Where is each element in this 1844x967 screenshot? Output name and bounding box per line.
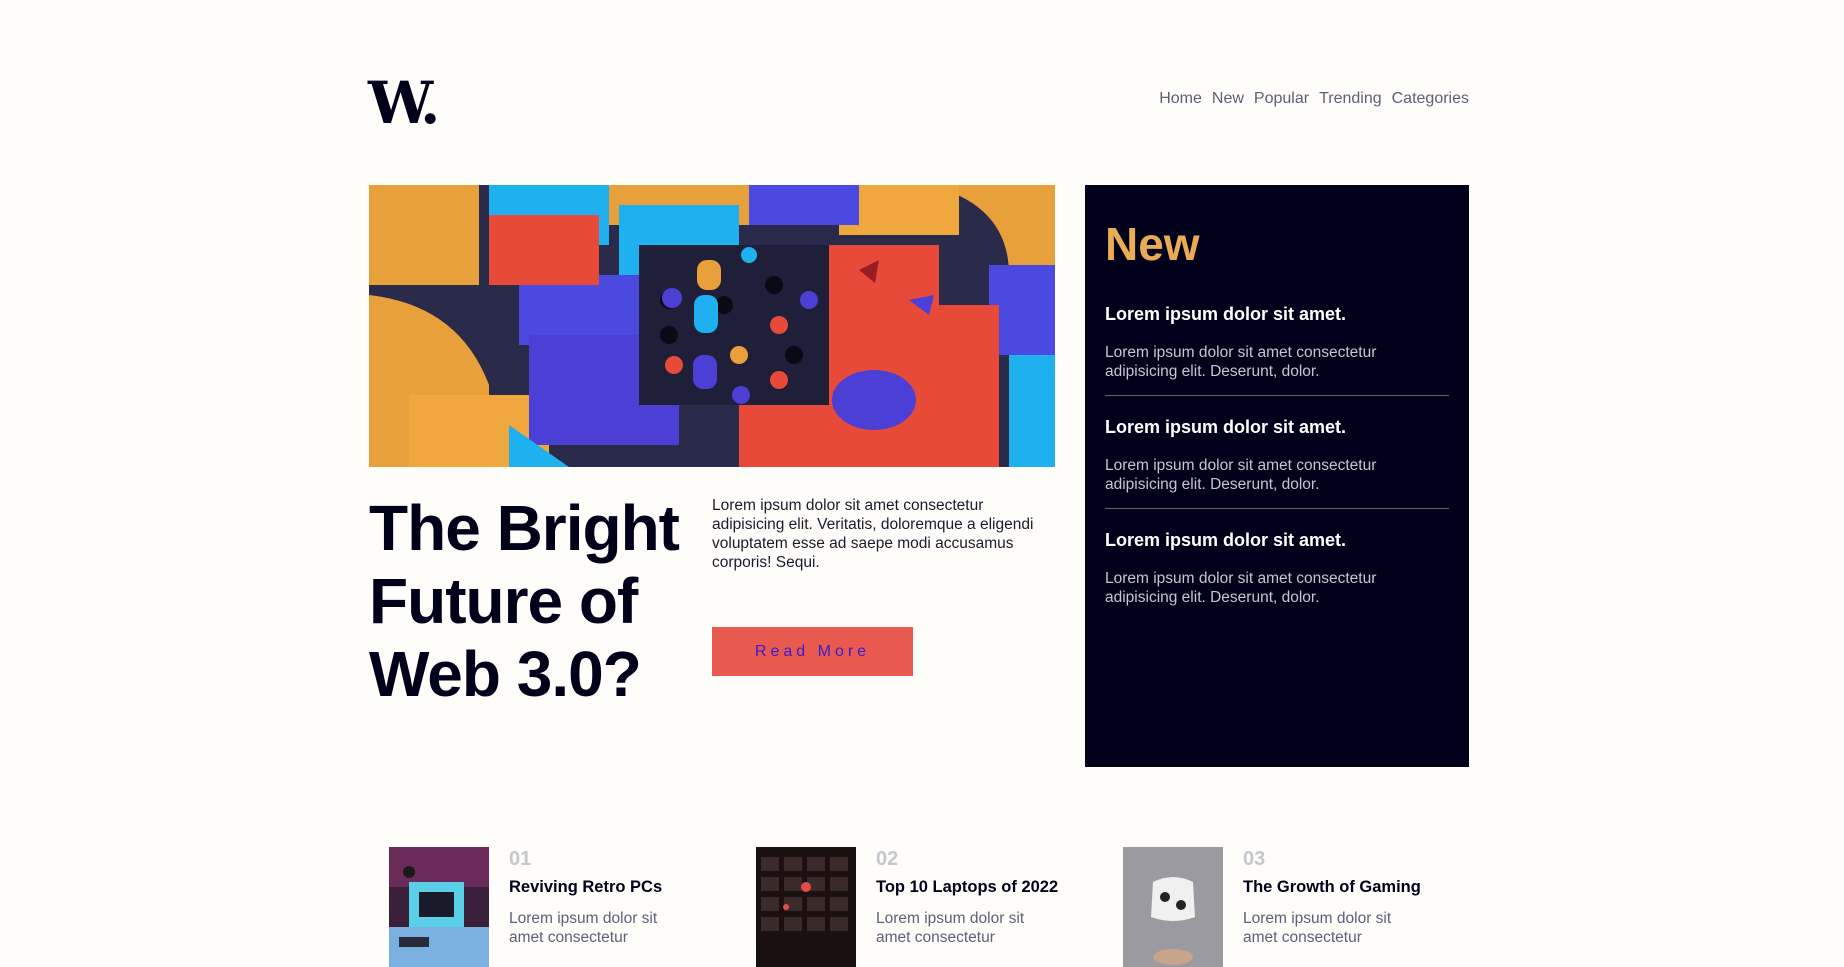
new-item: Lorem ipsum dolor sit amet. Lorem ipsum … [1105, 529, 1449, 621]
hero-illustration [369, 185, 1055, 467]
card-description: Lorem ipsum dolor sit amet consectetur [876, 910, 1025, 946]
new-panel-title: New [1105, 218, 1200, 270]
read-more-button[interactable]: Read More [712, 627, 913, 676]
card-title[interactable]: Top 10 Laptops of 2022 [876, 877, 1058, 897]
new-item-text: Lorem ipsum dolor sit amet consectetur a… [1105, 457, 1377, 493]
main-nav: Home New Popular Trending Categories [1159, 90, 1469, 108]
new-item-text: Lorem ipsum dolor sit amet consectetur a… [1105, 570, 1377, 606]
card-number: 03 [1243, 848, 1266, 870]
featured-cards: 01 Reviving Retro PCs Lorem ipsum dolor … [389, 847, 1490, 967]
nav-trending[interactable]: Trending [1319, 90, 1382, 108]
new-item: Lorem ipsum dolor sit amet. Lorem ipsum … [1105, 303, 1449, 396]
new-item-title[interactable]: Lorem ipsum dolor sit amet. [1105, 416, 1449, 438]
card-image-laptop[interactable] [756, 847, 856, 967]
card-image-gaming[interactable] [1123, 847, 1223, 967]
new-item-title[interactable]: Lorem ipsum dolor sit amet. [1105, 303, 1449, 325]
card-title[interactable]: Reviving Retro PCs [509, 877, 679, 897]
laptop-keyboard-thumbnail [756, 847, 856, 967]
card[interactable]: 03 The Growth of Gaming Lorem ipsum dolo… [1123, 847, 1490, 967]
card-number: 02 [876, 848, 899, 870]
hero-title: The Bright Future of Web 3.0? [369, 492, 680, 710]
card-description: Lorem ipsum dolor sit amet consectetur [509, 910, 658, 946]
nav-new[interactable]: New [1212, 90, 1244, 108]
new-item-text: Lorem ipsum dolor sit amet consectetur a… [1105, 344, 1377, 380]
card-image-retro-pc[interactable] [389, 847, 489, 967]
nav-popular[interactable]: Popular [1254, 90, 1309, 108]
logo[interactable]: W. [368, 74, 440, 132]
new-item: Lorem ipsum dolor sit amet. Lorem ipsum … [1105, 416, 1449, 509]
new-panel: New Lorem ipsum dolor sit amet. Lorem ip… [1085, 185, 1469, 767]
hero-image [369, 185, 1055, 467]
card-description: Lorem ipsum dolor sit amet consectetur [1243, 910, 1392, 946]
new-item-title[interactable]: Lorem ipsum dolor sit amet. [1105, 529, 1449, 551]
card-title[interactable]: The Growth of Gaming [1243, 877, 1421, 897]
retro-pc-thumbnail [389, 847, 489, 967]
card-number: 01 [509, 848, 532, 870]
card[interactable]: 01 Reviving Retro PCs Lorem ipsum dolor … [389, 847, 756, 967]
gamepad-thumbnail [1123, 847, 1223, 967]
card[interactable]: 02 Top 10 Laptops of 2022 Lorem ipsum do… [756, 847, 1123, 967]
nav-home[interactable]: Home [1159, 90, 1202, 108]
nav-categories[interactable]: Categories [1392, 90, 1469, 108]
hero-description: Lorem ipsum dolor sit amet consectetur a… [712, 497, 1034, 571]
